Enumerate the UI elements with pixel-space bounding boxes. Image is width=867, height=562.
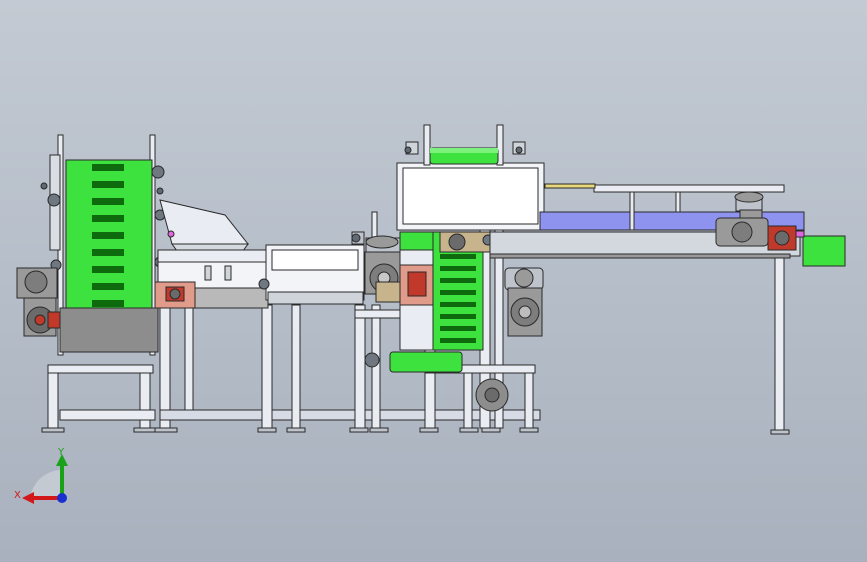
orientation-triad: X Y [14, 447, 68, 504]
sheeter-cabinet [258, 244, 365, 305]
cad-viewport[interactable]: X Y [0, 0, 867, 562]
x-axis-label: X [14, 490, 21, 501]
left-elevator-slats [92, 164, 124, 307]
top-roller-housing [396, 124, 545, 231]
center-green-panels [399, 231, 434, 306]
feed-hopper [159, 199, 250, 256]
first-conveyor [154, 249, 269, 309]
leveling-feet [41, 427, 790, 435]
top-green-roller [429, 147, 499, 165]
machine-assembly-drawing[interactable]: X Y [0, 0, 867, 562]
right-green-discharge-box [793, 230, 846, 267]
center-gear-brackets [439, 231, 494, 253]
left-drive-motor [16, 267, 61, 337]
z-axis-dot [57, 493, 67, 503]
y-axis-label: Y [57, 447, 65, 458]
left-elevator-cover-plate [59, 307, 159, 353]
